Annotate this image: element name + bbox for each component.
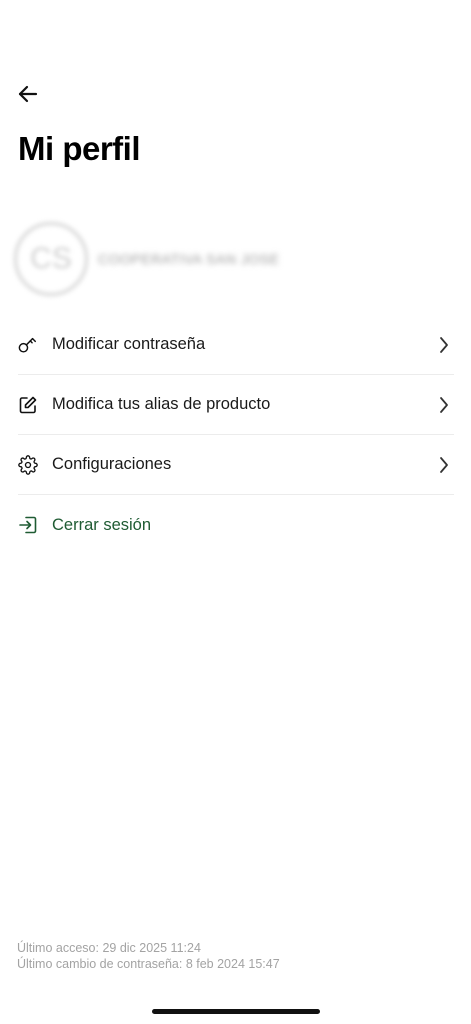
avatar: CS: [14, 222, 88, 296]
edit-icon: [18, 395, 38, 415]
profile-summary: CS COOPERATIVA SAN JOSE: [14, 222, 279, 296]
last-access-text: Último acceso: 29 dic 2025 11:24: [17, 941, 201, 955]
key-icon: [18, 335, 38, 355]
last-password-change-text: Último cambio de contraseña: 8 feb 2024 …: [17, 957, 280, 971]
logout-label: Cerrar sesión: [52, 515, 152, 534]
logout-button[interactable]: Cerrar sesión: [18, 495, 454, 555]
profile-menu: Modificar contraseña Modifica tus alias …: [18, 315, 454, 555]
gear-icon: [18, 454, 38, 475]
menu-item-label: Configuraciones: [52, 455, 172, 473]
menu-item-label: Modificar contraseña: [52, 335, 206, 353]
menu-item-product-alias[interactable]: Modifica tus alias de producto: [18, 375, 454, 435]
chevron-right-icon: [436, 455, 452, 475]
sign-in-icon: [18, 515, 38, 535]
arrow-left-icon: [16, 82, 40, 111]
back-button[interactable]: [12, 80, 44, 112]
menu-item-change-password[interactable]: Modificar contraseña: [18, 315, 454, 375]
menu-item-settings[interactable]: Configuraciones: [18, 435, 454, 495]
chevron-right-icon: [436, 335, 452, 355]
menu-item-label: Modifica tus alias de producto: [52, 395, 271, 413]
session-info: Último acceso: 29 dic 2025 11:24 Último …: [17, 940, 280, 972]
chevron-right-icon: [436, 395, 452, 415]
page-title: Mi perfil: [18, 130, 141, 167]
profile-screen: Mi perfil CS COOPERATIVA SAN JOSE Modifi…: [0, 0, 471, 1024]
profile-name: COOPERATIVA SAN JOSE: [98, 251, 280, 267]
home-indicator: [152, 1009, 320, 1014]
